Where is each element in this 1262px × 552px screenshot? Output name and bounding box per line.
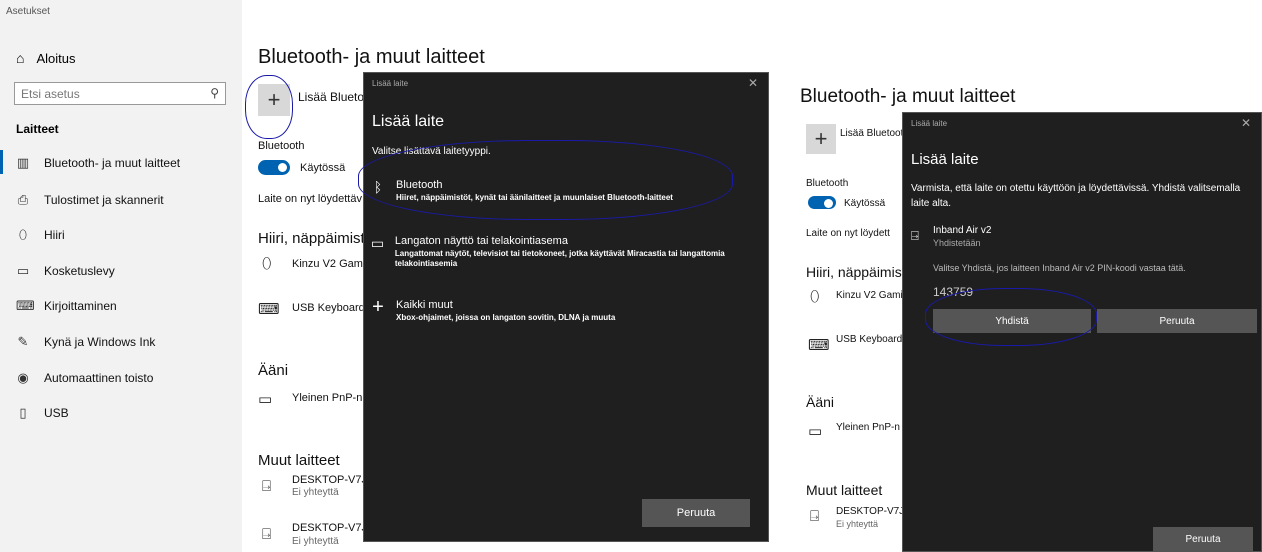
touchpad-icon: ▭	[16, 263, 30, 278]
other-device-status: Ei yhteyttä	[836, 519, 879, 529]
audio-device-name[interactable]: Yleinen PnP-n	[836, 422, 900, 433]
sidebar-item-label: Kynä ja Windows Ink	[44, 335, 156, 349]
sidebar-item-label: Kosketuslevy	[44, 264, 115, 278]
close-icon[interactable]: ✕	[1241, 116, 1251, 130]
discoverable-text: Laite on nyt löydettäv	[258, 193, 362, 205]
other-devices-heading: Muut laitteet	[806, 482, 883, 498]
dialog-title: Lisää laite	[372, 113, 445, 130]
mouse-icon: ⬯	[18, 227, 28, 242]
pen-icon: ✎	[17, 334, 29, 349]
computer-icon: ⍈	[262, 478, 272, 495]
sidebar-item-mouse[interactable]: ⬯ Hiiri	[16, 227, 65, 243]
option-desc: Langattomat näytöt, televisiot tai tieto…	[394, 249, 725, 268]
search-input[interactable]: Etsi asetus ⚲	[14, 82, 226, 105]
section-heading: Laitteet	[16, 122, 59, 136]
keyboard-icon: ⌨	[258, 301, 280, 318]
cancel-inline-button[interactable]: Peruuta	[1097, 309, 1257, 333]
speaker-icon: ▭	[258, 391, 273, 408]
pin-prompt: Valitse Yhdistä, jos laitteen Inband Air…	[933, 263, 1186, 273]
scribble-circle-add	[245, 75, 293, 139]
add-device-label[interactable]: Lisää Bluetoot	[840, 128, 903, 139]
dialog-instruction: Varmista, että laite on otettu käyttöön …	[911, 183, 1241, 209]
scribble-circle-bluetooth	[358, 140, 733, 220]
dialog-caption: Lisää laite	[372, 79, 409, 88]
dialog-caption: Lisää laite	[911, 119, 948, 128]
bluetooth-toggle[interactable]	[808, 196, 836, 209]
mouse-icon: ⬯	[810, 288, 820, 305]
mouse-device-name[interactable]: Kinzu V2 Gami	[836, 290, 903, 301]
other-devices-heading: Muut laitteet	[258, 452, 340, 469]
sidebar-item-printers[interactable]: ⎙ Tulostimet ja skannerit	[16, 192, 164, 208]
sidebar-item-pen[interactable]: ✎ Kynä ja Windows Ink	[16, 334, 156, 350]
usb-icon: ▯	[19, 405, 27, 420]
option-title: Kaikki muut	[396, 299, 453, 311]
page-title: Bluetooth- ja muut laitteet	[800, 86, 1016, 107]
cancel-button[interactable]: Peruuta	[1153, 527, 1253, 551]
sidebar-item-label: USB	[44, 406, 69, 420]
other-device-name[interactable]: DESKTOP-V7J5	[836, 506, 910, 517]
sidebar-item-touchpad[interactable]: ▭ Kosketuslevy	[16, 263, 115, 279]
audio-heading: Ääni	[258, 362, 289, 379]
audio-device-name[interactable]: Yleinen PnP-n	[292, 392, 362, 404]
discoverable-text: Laite on nyt löydett	[806, 228, 890, 239]
other-device-status: Ei yhteyttä	[292, 536, 339, 547]
sidebar-item-label: Hiiri	[44, 228, 65, 242]
scribble-circle-connect	[925, 288, 1097, 346]
toggle-state: Käytössä	[300, 162, 346, 174]
audio-heading: Ääni	[806, 394, 835, 410]
keyboard-icon: ⌨	[16, 298, 35, 313]
home-icon: ⌂	[16, 50, 25, 66]
dialog-title: Lisää laite	[911, 151, 979, 168]
sidebar-item-typing[interactable]: ⌨ Kirjoittaminen	[16, 298, 117, 314]
sidebar-item-label: Automaattinen toisto	[44, 371, 154, 385]
bluetooth-devices-icon: ▥	[16, 155, 30, 170]
sidebar-item-label: Tulostimet ja skannerit	[44, 193, 164, 207]
monitor-icon: ▭	[370, 235, 385, 251]
mice-heading: Hiiri, näppäimist	[258, 230, 365, 247]
search-icon[interactable]: ⚲	[210, 86, 219, 100]
other-device-name[interactable]: DESKTOP-V7J5	[292, 474, 373, 486]
mice-heading: Hiiri, näppäimist	[806, 264, 906, 280]
mouse-device-name[interactable]: Kinzu V2 Gami	[292, 258, 365, 270]
speaker-icon: ▭	[808, 423, 823, 440]
cancel-button[interactable]: Peruuta	[642, 499, 750, 527]
settings-sidebar: Asetukset ⌂ Aloitus Etsi asetus ⚲ Laitte…	[0, 0, 242, 552]
plus-icon: +	[814, 126, 828, 151]
device-icon: ⍈	[911, 228, 919, 243]
nav-home[interactable]: ⌂ Aloitus	[16, 50, 76, 66]
sidebar-item-autoplay[interactable]: ◉ Automaattinen toisto	[16, 370, 153, 386]
app-title: Asetukset	[6, 6, 50, 17]
plus-icon: +	[372, 296, 384, 318]
keyboard-device-name[interactable]: USB Keyboard	[292, 302, 365, 314]
computer-icon: ⍈	[262, 526, 272, 543]
sidebar-item-usb[interactable]: ▯ USB	[16, 405, 69, 421]
bluetooth-label: Bluetooth	[806, 178, 849, 189]
bluetooth-label: Bluetooth	[258, 140, 305, 152]
keyboard-icon: ⌨	[808, 337, 830, 354]
option-title: Langaton näyttö tai telakointiasema	[394, 235, 568, 247]
keyboard-device-name[interactable]: USB Keyboard	[836, 334, 902, 345]
option-everything-else[interactable]: + Kaikki muut Xbox-ohjaimet, joissa on l…	[370, 296, 762, 323]
autoplay-icon: ◉	[17, 370, 29, 385]
device-status: Yhdistetään	[933, 238, 981, 248]
nav-home-label: Aloitus	[36, 50, 76, 66]
device-name[interactable]: Inband Air v2	[933, 225, 991, 236]
page-title: Bluetooth- ja muut laitteet	[258, 46, 485, 68]
computer-icon: ⍈	[810, 508, 820, 525]
bluetooth-toggle[interactable]	[258, 160, 290, 175]
option-desc: Xbox-ohjaimet, joissa on langaton soviti…	[396, 313, 616, 322]
printer-icon: ⎙	[17, 192, 29, 207]
other-device-status: Ei yhteyttä	[292, 487, 339, 498]
sidebar-item-bluetooth[interactable]: ▥ Bluetooth- ja muut laitteet	[0, 150, 181, 174]
close-icon[interactable]: ✕	[748, 76, 758, 90]
option-wireless-display[interactable]: ▭ Langaton näyttö tai telakointiasema La…	[370, 235, 762, 269]
mouse-icon: ⬯	[262, 255, 272, 272]
add-device-button[interactable]: +	[806, 124, 836, 154]
screenshot-root: Asetukset ⌂ Aloitus Etsi asetus ⚲ Laitte…	[0, 0, 1262, 552]
other-device-name[interactable]: DESKTOP-V7J5	[292, 522, 373, 534]
sidebar-item-label: Bluetooth- ja muut laitteet	[44, 156, 181, 170]
search-placeholder: Etsi asetus	[21, 87, 80, 101]
toggle-state: Käytössä	[844, 198, 886, 209]
sidebar-item-label: Kirjoittaminen	[44, 299, 117, 313]
